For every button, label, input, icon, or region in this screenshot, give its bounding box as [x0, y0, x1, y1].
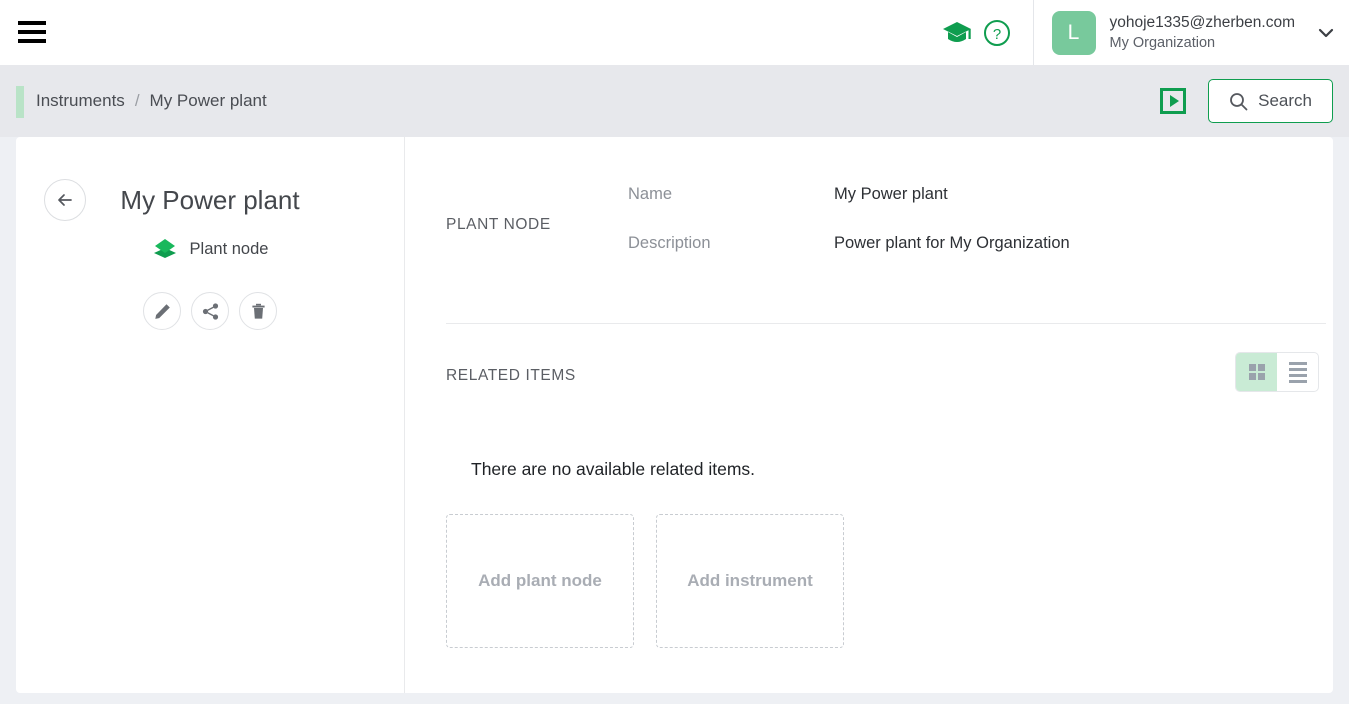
empty-state-message: There are no available related items. [471, 459, 756, 479]
search-button[interactable]: Search [1208, 79, 1333, 123]
breadcrumb-item-current: My Power plant [149, 91, 267, 110]
hamburger-menu-icon[interactable] [18, 17, 46, 47]
chevron-down-icon[interactable] [1317, 24, 1335, 42]
play-square-icon[interactable] [1160, 88, 1187, 114]
trash-icon [251, 303, 265, 319]
list-bar [1288, 367, 1307, 371]
play-triangle-glyph [1169, 95, 1179, 107]
add-plant-node-card[interactable]: Add plant node [446, 514, 634, 648]
add-instrument-card[interactable]: Add instrument [656, 514, 844, 648]
grid-cell [1257, 364, 1265, 371]
account-text: yohoje1335@zherben.com My Organization [1110, 13, 1296, 52]
breadcrumb-separator: / [134, 91, 140, 110]
breadcrumb-item-instruments[interactable]: Instruments [36, 91, 125, 111]
help-circle-icon[interactable]: ? [977, 13, 1017, 53]
entity-actions [16, 292, 404, 330]
breadcrumb-actions: Search [1160, 65, 1349, 137]
entity-type: Plant node [16, 237, 404, 261]
breadcrumb-accent-bar [16, 86, 24, 118]
entity-type-label: Plant node [189, 239, 269, 258]
hamburger-bar [18, 21, 46, 25]
field-row: Description Power plant for My Organizat… [628, 234, 1288, 253]
graduation-cap-icon[interactable] [937, 13, 977, 53]
share-button[interactable] [191, 292, 229, 330]
grid-cell [1248, 364, 1256, 371]
grid-view-glyph [1248, 364, 1265, 380]
info-fields: Name My Power plant Description Power pl… [628, 185, 1288, 283]
grid-cell [1257, 373, 1265, 380]
account-email: yohoje1335@zherben.com [1109, 14, 1296, 32]
detail-left-pane: My Power plant Plant node [16, 137, 404, 693]
search-icon [1230, 92, 1248, 110]
plant-node-section-label: PLANT NODE [446, 216, 551, 233]
edit-button[interactable] [143, 292, 181, 330]
page-title: My Power plant [120, 185, 300, 215]
avatar: L [1051, 10, 1096, 55]
list-view-glyph [1288, 361, 1307, 383]
list-bar [1288, 361, 1307, 365]
list-view-icon[interactable] [1277, 353, 1318, 391]
graduation-cap-glyph [942, 21, 971, 42]
breadcrumb: Instruments / My Power plant [36, 65, 267, 137]
delete-button[interactable] [239, 292, 277, 330]
related-items-section-label: RELATED ITEMS [446, 367, 576, 384]
add-item-cards: Add plant node Add instrument [446, 514, 844, 648]
account-organization: My Organization [1109, 34, 1216, 51]
field-value-name: My Power plant [834, 185, 948, 203]
account-menu[interactable]: L yohoje1335@zherben.com My Organization [1034, 0, 1349, 65]
pencil-icon [154, 303, 170, 319]
top-bar-right-group: ? L yohoje1335@zherben.com My Organizati… [937, 0, 1349, 65]
field-value-description: Power plant for My Organization [834, 234, 1070, 252]
layers-icon [153, 239, 176, 258]
grid-view-icon[interactable] [1236, 353, 1277, 391]
hamburger-bar [18, 30, 46, 34]
field-row: Name My Power plant [628, 185, 1288, 204]
list-bar [1288, 373, 1307, 377]
field-label-name: Name [628, 185, 673, 203]
svg-text:?: ? [992, 26, 1000, 43]
field-label-description: Description [628, 234, 711, 252]
view-mode-toggle [1235, 352, 1319, 392]
chevron-down-glyph [1318, 28, 1334, 37]
list-bar [1288, 379, 1307, 383]
content-card: My Power plant Plant node PLANT NODE Nam… [16, 137, 1333, 693]
help-circle-glyph: ? [983, 19, 1010, 46]
grid-cell [1248, 373, 1256, 380]
share-icon [202, 302, 218, 320]
hamburger-bar [18, 39, 46, 43]
detail-right-pane: PLANT NODE Name My Power plant Descripti… [405, 137, 1333, 693]
top-bar: ? L yohoje1335@zherben.com My Organizati… [0, 0, 1349, 65]
search-button-label: Search [1258, 91, 1312, 110]
section-divider [446, 323, 1326, 324]
